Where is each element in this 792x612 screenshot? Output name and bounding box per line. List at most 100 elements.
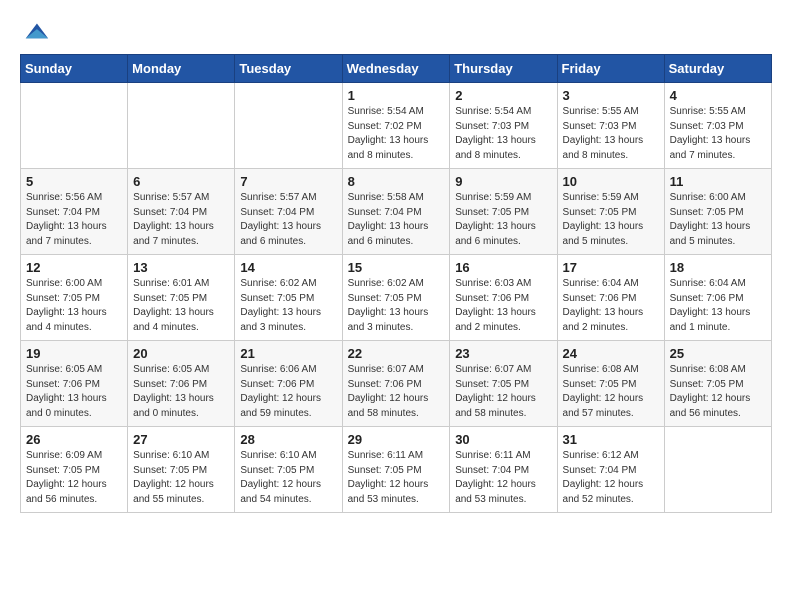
calendar-cell: 17 Sunrise: 6:04 AMSunset: 7:06 PMDayligh… [557, 255, 664, 341]
day-info: Sunrise: 6:10 AMSunset: 7:05 PMDaylight:… [133, 449, 229, 507]
day-info: Sunrise: 6:00 AMSunset: 7:05 PMDaylight:… [670, 191, 766, 249]
day-info: Sunrise: 5:54 AMSunset: 7:03 PMDaylight:… [455, 105, 551, 163]
day-info: Sunrise: 6:03 AMSunset: 7:06 PMDaylight:… [455, 277, 551, 335]
calendar-cell: 5 Sunrise: 5:56 AMSunset: 7:04 PMDaylight… [21, 169, 128, 255]
calendar-cell: 9 Sunrise: 5:59 AMSunset: 7:05 PMDaylight… [450, 169, 557, 255]
calendar-cell: 15 Sunrise: 6:02 AMSunset: 7:05 PMDayligh… [342, 255, 450, 341]
day-number: 10 [563, 174, 659, 189]
day-number: 5 [26, 174, 122, 189]
calendar-cell: 12 Sunrise: 6:00 AMSunset: 7:05 PMDayligh… [21, 255, 128, 341]
calendar-cell: 20Sunrise: 6:05 AMSunset: 7:06 PMDayligh… [128, 341, 235, 427]
calendar-cell: 16 Sunrise: 6:03 AMSunset: 7:06 PMDayligh… [450, 255, 557, 341]
week-row-1: 1 Sunrise: 5:54 AMSunset: 7:02 PMDaylight… [21, 83, 772, 169]
day-number: 18 [670, 260, 766, 275]
calendar-cell: 25 Sunrise: 6:08 AMSunset: 7:05 PMDayligh… [664, 341, 771, 427]
day-info: Sunrise: 5:55 AMSunset: 7:03 PMDaylight:… [563, 105, 659, 163]
day-info: Sunrise: 6:11 AMSunset: 7:05 PMDaylight:… [348, 449, 445, 507]
logo-icon [22, 16, 50, 44]
calendar-cell: 8 Sunrise: 5:58 AMSunset: 7:04 PMDaylight… [342, 169, 450, 255]
calendar-cell: 6 Sunrise: 5:57 AMSunset: 7:04 PMDaylight… [128, 169, 235, 255]
day-info: Sunrise: 6:08 AMSunset: 7:05 PMDaylight:… [670, 363, 766, 421]
day-info: Sunrise: 6:02 AMSunset: 7:05 PMDaylight:… [240, 277, 336, 335]
day-number: 1 [348, 88, 445, 103]
day-info: Sunrise: 5:54 AMSunset: 7:02 PMDaylight:… [348, 105, 445, 163]
day-number: 31 [563, 432, 659, 447]
logo [20, 20, 50, 44]
day-info: Sunrise: 6:12 AMSunset: 7:04 PMDaylight:… [563, 449, 659, 507]
day-number: 22 [348, 346, 445, 361]
day-info: Sunrise: 5:55 AMSunset: 7:03 PMDaylight:… [670, 105, 766, 163]
calendar-cell: 14Sunrise: 6:02 AMSunset: 7:05 PMDayligh… [235, 255, 342, 341]
weekday-header-wednesday: Wednesday [342, 55, 450, 83]
weekday-header-sunday: Sunday [21, 55, 128, 83]
calendar-cell [21, 83, 128, 169]
day-number: 26 [26, 432, 122, 447]
day-info: Sunrise: 5:59 AMSunset: 7:05 PMDaylight:… [455, 191, 551, 249]
day-info: Sunrise: 5:57 AMSunset: 7:04 PMDaylight:… [133, 191, 229, 249]
calendar-cell: 22 Sunrise: 6:07 AMSunset: 7:06 PMDayligh… [342, 341, 450, 427]
day-number: 2 [455, 88, 551, 103]
calendar-cell [235, 83, 342, 169]
day-info: Sunrise: 6:07 AMSunset: 7:05 PMDaylight:… [455, 363, 551, 421]
day-info: Sunrise: 6:02 AMSunset: 7:05 PMDaylight:… [348, 277, 445, 335]
day-info: Sunrise: 6:04 AMSunset: 7:06 PMDaylight:… [563, 277, 659, 335]
calendar-cell: 7 Sunrise: 5:57 AMSunset: 7:04 PMDaylight… [235, 169, 342, 255]
day-number: 25 [670, 346, 766, 361]
day-info: Sunrise: 5:56 AMSunset: 7:04 PMDaylight:… [26, 191, 122, 249]
day-number: 17 [563, 260, 659, 275]
day-number: 3 [563, 88, 659, 103]
week-row-5: 26 Sunrise: 6:09 AMSunset: 7:05 PMDayligh… [21, 427, 772, 513]
weekday-header-monday: Monday [128, 55, 235, 83]
page-header [20, 20, 772, 44]
day-info: Sunrise: 6:05 AMSunset: 7:06 PMDaylight:… [26, 363, 122, 421]
day-number: 11 [670, 174, 766, 189]
day-number: 23 [455, 346, 551, 361]
day-number: 4 [670, 88, 766, 103]
calendar-cell: 2 Sunrise: 5:54 AMSunset: 7:03 PMDaylight… [450, 83, 557, 169]
day-number: 24 [563, 346, 659, 361]
day-number: 9 [455, 174, 551, 189]
weekday-header-tuesday: Tuesday [235, 55, 342, 83]
page-container: SundayMondayTuesdayWednesdayThursdayFrid… [0, 0, 792, 523]
day-info: Sunrise: 6:09 AMSunset: 7:05 PMDaylight:… [26, 449, 122, 507]
day-info: Sunrise: 5:58 AMSunset: 7:04 PMDaylight:… [348, 191, 445, 249]
calendar-cell: 30Sunrise: 6:11 AMSunset: 7:04 PMDayligh… [450, 427, 557, 513]
day-info: Sunrise: 6:07 AMSunset: 7:06 PMDaylight:… [348, 363, 445, 421]
calendar-cell [128, 83, 235, 169]
week-row-4: 19 Sunrise: 6:05 AMSunset: 7:06 PMDayligh… [21, 341, 772, 427]
day-number: 8 [348, 174, 445, 189]
day-info: Sunrise: 6:06 AMSunset: 7:06 PMDaylight:… [240, 363, 336, 421]
weekday-header-thursday: Thursday [450, 55, 557, 83]
calendar-cell: 26 Sunrise: 6:09 AMSunset: 7:05 PMDayligh… [21, 427, 128, 513]
day-number: 6 [133, 174, 229, 189]
calendar-cell: 10 Sunrise: 5:59 AMSunset: 7:05 PMDayligh… [557, 169, 664, 255]
day-number: 27 [133, 432, 229, 447]
weekday-header-saturday: Saturday [664, 55, 771, 83]
day-info: Sunrise: 5:57 AMSunset: 7:04 PMDaylight:… [240, 191, 336, 249]
day-number: 29 [348, 432, 445, 447]
day-info: Sunrise: 6:00 AMSunset: 7:05 PMDaylight:… [26, 277, 122, 335]
day-number: 13 [133, 260, 229, 275]
day-number: 30 [455, 432, 551, 447]
calendar-cell: 1 Sunrise: 5:54 AMSunset: 7:02 PMDaylight… [342, 83, 450, 169]
calendar-cell: 18Sunrise: 6:04 AMSunset: 7:06 PMDayligh… [664, 255, 771, 341]
day-number: 21 [240, 346, 336, 361]
day-info: Sunrise: 6:01 AMSunset: 7:05 PMDaylight:… [133, 277, 229, 335]
calendar-cell [664, 427, 771, 513]
weekday-header-friday: Friday [557, 55, 664, 83]
calendar-cell: 24Sunrise: 6:08 AMSunset: 7:05 PMDayligh… [557, 341, 664, 427]
calendar-cell: 31 Sunrise: 6:12 AMSunset: 7:04 PMDayligh… [557, 427, 664, 513]
day-number: 16 [455, 260, 551, 275]
day-number: 19 [26, 346, 122, 361]
week-row-2: 5 Sunrise: 5:56 AMSunset: 7:04 PMDaylight… [21, 169, 772, 255]
day-number: 12 [26, 260, 122, 275]
day-number: 15 [348, 260, 445, 275]
day-info: Sunrise: 5:59 AMSunset: 7:05 PMDaylight:… [563, 191, 659, 249]
calendar-header: SundayMondayTuesdayWednesdayThursdayFrid… [21, 55, 772, 83]
calendar-cell: 21 Sunrise: 6:06 AMSunset: 7:06 PMDayligh… [235, 341, 342, 427]
calendar-cell: 13 Sunrise: 6:01 AMSunset: 7:05 PMDayligh… [128, 255, 235, 341]
day-number: 7 [240, 174, 336, 189]
calendar-cell: 27 Sunrise: 6:10 AMSunset: 7:05 PMDayligh… [128, 427, 235, 513]
calendar-cell: 19 Sunrise: 6:05 AMSunset: 7:06 PMDayligh… [21, 341, 128, 427]
day-number: 20 [133, 346, 229, 361]
